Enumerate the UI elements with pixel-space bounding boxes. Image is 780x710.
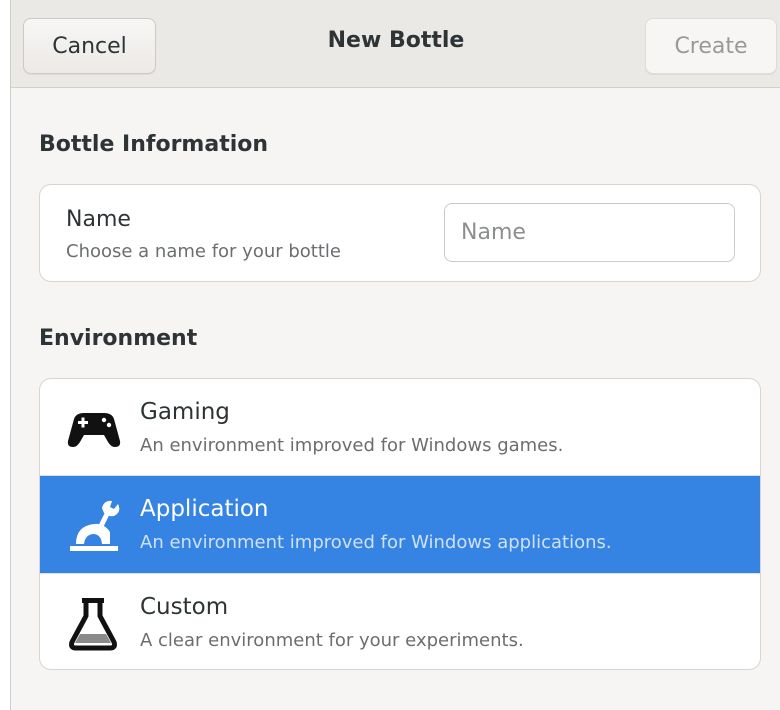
environment-option-application[interactable]: Application An environment improved for … — [40, 476, 760, 573]
name-description: Choose a name for your bottle — [66, 241, 341, 262]
flask-icon — [69, 598, 117, 651]
gamepad-icon — [67, 413, 121, 447]
environment-option-gaming[interactable]: Gaming An environment improved for Windo… — [40, 379, 760, 476]
create-button[interactable]: Create — [645, 18, 777, 74]
gaming-title: Gaming — [140, 399, 230, 425]
name-label: Name — [66, 207, 131, 232]
environment-option-custom[interactable]: Custom A clear environment for your expe… — [40, 573, 760, 669]
new-bottle-dialog: Cancel New Bottle Create Bottle Informat… — [10, 0, 780, 710]
name-card: Name Choose a name for your bottle — [39, 184, 761, 282]
application-description: An environment improved for Windows appl… — [140, 532, 612, 553]
name-input[interactable] — [444, 203, 735, 262]
header-bar: Cancel New Bottle Create — [11, 0, 780, 88]
application-title: Application — [140, 496, 269, 522]
gaming-description: An environment improved for Windows game… — [140, 435, 564, 456]
bottle-information-heading: Bottle Information — [39, 132, 269, 157]
custom-description: A clear environment for your experiments… — [140, 630, 524, 651]
custom-title: Custom — [140, 594, 229, 620]
environment-heading: Environment — [39, 326, 198, 351]
application-wrench-icon — [70, 500, 120, 551]
environment-list: Gaming An environment improved for Windo… — [39, 378, 761, 670]
